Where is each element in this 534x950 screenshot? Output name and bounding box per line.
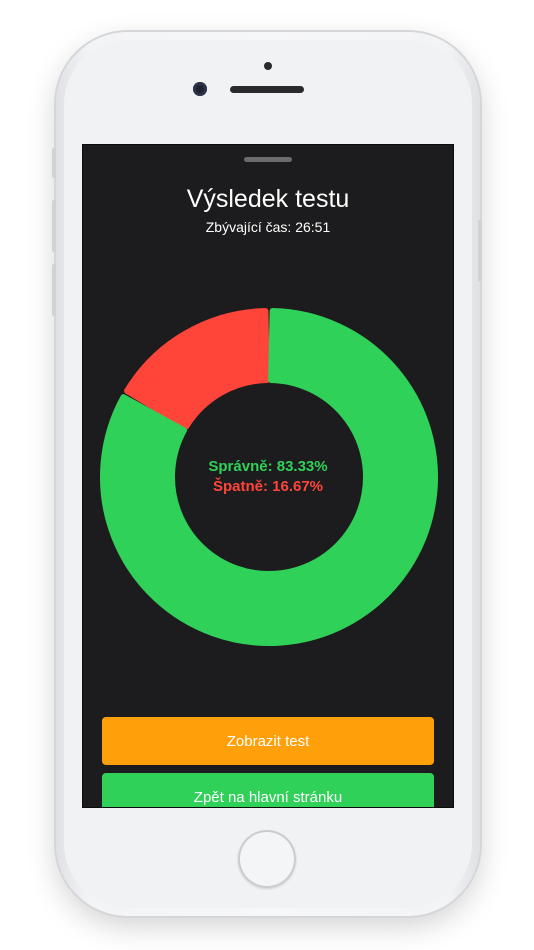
silent-switch	[52, 148, 56, 178]
volume-up-button	[52, 200, 56, 252]
volume-down-button	[52, 264, 56, 316]
home-button[interactable]	[238, 830, 296, 888]
back-home-button[interactable]: Zpět na hlavní stránku	[102, 773, 434, 807]
proximity-sensor	[264, 62, 272, 70]
show-test-button[interactable]: Zobrazit test	[102, 717, 434, 765]
result-sheet: Výsledek testu Zbývající čas: 26:51 Sprá…	[82, 144, 454, 808]
wrong-percentage: Špatně: 16.67%	[212, 478, 324, 495]
sheet-grabber[interactable]	[244, 157, 292, 162]
front-camera	[193, 82, 207, 96]
time-remaining: Zbývající čas: 26:51	[205, 219, 331, 235]
earpiece-speaker	[230, 86, 304, 93]
power-button	[478, 220, 482, 282]
page-title: Výsledek testu	[186, 185, 350, 213]
correct-percentage: Správně: 83.33%	[208, 458, 328, 475]
results-donut-chart	[100, 308, 438, 646]
